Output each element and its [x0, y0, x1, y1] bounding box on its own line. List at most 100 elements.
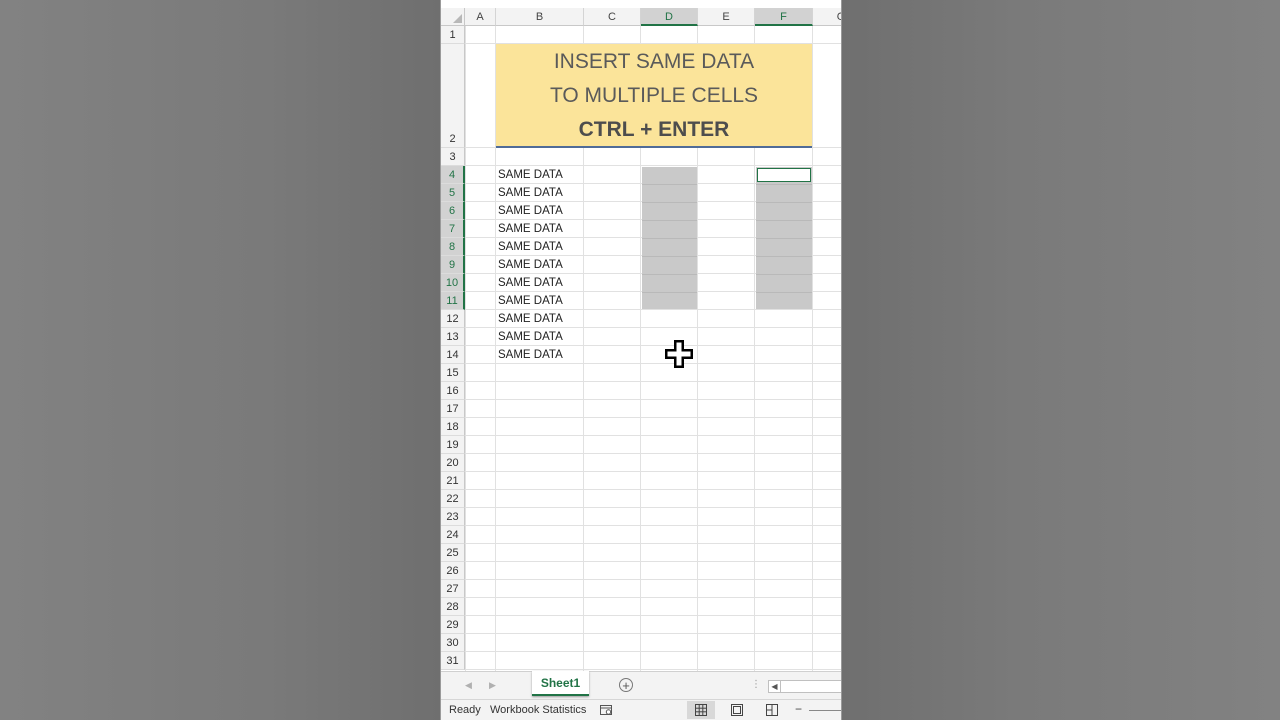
row-header-8[interactable]: 8 — [441, 238, 465, 256]
row-header-11[interactable]: 11 — [441, 292, 465, 310]
row-header-12[interactable]: 12 — [441, 310, 465, 328]
column-header-g[interactable]: G — [813, 8, 841, 26]
cell-b8[interactable]: SAME DATA — [498, 241, 563, 253]
row-header-27[interactable]: 27 — [441, 580, 465, 598]
column-header-c[interactable]: C — [584, 8, 641, 26]
row-number: 24 — [446, 529, 459, 541]
row-number: 22 — [446, 493, 459, 505]
selection-gridline — [756, 220, 812, 221]
cell-b6[interactable]: SAME DATA — [498, 205, 563, 217]
gridline-h — [465, 309, 841, 310]
column-header-f[interactable]: F — [755, 8, 813, 26]
worksheet-grid[interactable]: A B C D E F G 12345678910111213141516171… — [441, 0, 841, 671]
horizontal-scrollbar[interactable] — [781, 680, 841, 693]
row-header-22[interactable]: 22 — [441, 490, 465, 508]
cell-b4[interactable]: SAME DATA — [498, 169, 563, 181]
zoom-out-icon[interactable]: − — [795, 702, 802, 716]
row-header-25[interactable]: 25 — [441, 544, 465, 562]
column-header-d[interactable]: D — [641, 8, 698, 26]
cell-b12[interactable]: SAME DATA — [498, 313, 563, 325]
row-header-4[interactable]: 4 — [441, 166, 465, 184]
selection-gridline — [642, 202, 697, 203]
row-header-19[interactable]: 19 — [441, 436, 465, 454]
row-number: 30 — [446, 637, 459, 649]
tab-scroll-right-icon[interactable]: ▶ — [489, 680, 496, 691]
sheet-tab-sheet1[interactable]: Sheet1 — [532, 671, 589, 696]
row-header-23[interactable]: 23 — [441, 508, 465, 526]
cell-b9[interactable]: SAME DATA — [498, 259, 563, 271]
page-break-icon — [766, 704, 778, 716]
excel-window: A B C D E F G 12345678910111213141516171… — [440, 0, 842, 720]
workbook-statistics[interactable]: Workbook Statistics — [490, 704, 586, 716]
row-number: 31 — [446, 655, 459, 667]
gridline-h — [465, 651, 841, 652]
row-header-2[interactable]: 2 — [441, 44, 465, 148]
row-header-1[interactable]: 1 — [441, 26, 465, 44]
page-layout-icon — [731, 704, 743, 716]
row-number: 9 — [448, 259, 456, 271]
row-header-3[interactable]: 3 — [441, 148, 465, 166]
grid-view-icon — [695, 704, 707, 716]
selection-gridline — [642, 292, 697, 293]
status-bar: Ready Workbook Statistics − — [441, 699, 841, 720]
column-header-b[interactable]: B — [496, 8, 584, 26]
title-line-3: CTRL + ENTER — [578, 118, 730, 141]
row-header-31[interactable]: 31 — [441, 652, 465, 670]
row-header-28[interactable]: 28 — [441, 598, 465, 616]
row-header-6[interactable]: 6 — [441, 202, 465, 220]
scroll-left-arrow-icon[interactable]: ◀ — [768, 680, 781, 693]
accessibility-check-icon[interactable] — [599, 703, 613, 717]
normal-view-button[interactable] — [687, 701, 715, 719]
selection-gridline — [756, 238, 812, 239]
row-header-17[interactable]: 17 — [441, 400, 465, 418]
gridline-h — [465, 345, 841, 346]
row-header-10[interactable]: 10 — [441, 274, 465, 292]
row-header-26[interactable]: 26 — [441, 562, 465, 580]
zoom-slider[interactable] — [809, 710, 841, 711]
cell-b13[interactable]: SAME DATA — [498, 331, 563, 343]
gridline-h — [465, 327, 841, 328]
column-header-a[interactable]: A — [465, 8, 496, 26]
row-header-14[interactable]: 14 — [441, 346, 465, 364]
row-header-24[interactable]: 24 — [441, 526, 465, 544]
select-all-corner[interactable] — [441, 8, 465, 26]
row-header-20[interactable]: 20 — [441, 454, 465, 472]
row-number: 12 — [446, 313, 459, 325]
row-header-16[interactable]: 16 — [441, 382, 465, 400]
cell-b7[interactable]: SAME DATA — [498, 223, 563, 235]
row-header-15[interactable]: 15 — [441, 364, 465, 382]
tab-scroll-left-icon[interactable]: ◀ — [465, 680, 472, 691]
row-number: 8 — [448, 241, 456, 253]
cell-b11[interactable]: SAME DATA — [498, 295, 563, 307]
row-number: 27 — [446, 583, 459, 595]
title-box[interactable]: INSERT SAME DATA TO MULTIPLE CELLS CTRL … — [496, 44, 812, 148]
row-header-21[interactable]: 21 — [441, 472, 465, 490]
row-header-29[interactable]: 29 — [441, 616, 465, 634]
row-number: 23 — [446, 511, 459, 523]
row-header-18[interactable]: 18 — [441, 418, 465, 436]
cell-b14[interactable]: SAME DATA — [498, 349, 563, 361]
cell-b5[interactable]: SAME DATA — [498, 187, 563, 199]
plus-circle-icon[interactable]: + — [619, 678, 633, 692]
gridline-h — [465, 435, 841, 436]
gridline-h — [465, 669, 841, 670]
row-number: 2 — [449, 133, 456, 145]
gridline-v — [465, 26, 466, 671]
gridline-h — [465, 165, 841, 166]
row-header-5[interactable]: 5 — [441, 184, 465, 202]
row-number: 5 — [448, 187, 456, 199]
row-header-7[interactable]: 7 — [441, 220, 465, 238]
row-header-30[interactable]: 30 — [441, 634, 465, 652]
page-break-button[interactable] — [758, 701, 786, 719]
page-layout-button[interactable] — [723, 701, 751, 719]
title-line-1: INSERT SAME DATA — [553, 50, 755, 73]
splitter-handle-icon[interactable]: ⋮ — [751, 679, 761, 690]
row-header-13[interactable]: 13 — [441, 328, 465, 346]
status-ready: Ready — [449, 704, 481, 716]
active-cell-f4[interactable] — [757, 168, 811, 182]
row-header-9[interactable]: 9 — [441, 256, 465, 274]
row-number: 26 — [446, 565, 459, 577]
column-header-e[interactable]: E — [698, 8, 755, 26]
cell-b10[interactable]: SAME DATA — [498, 277, 563, 289]
gridline-h — [465, 543, 841, 544]
